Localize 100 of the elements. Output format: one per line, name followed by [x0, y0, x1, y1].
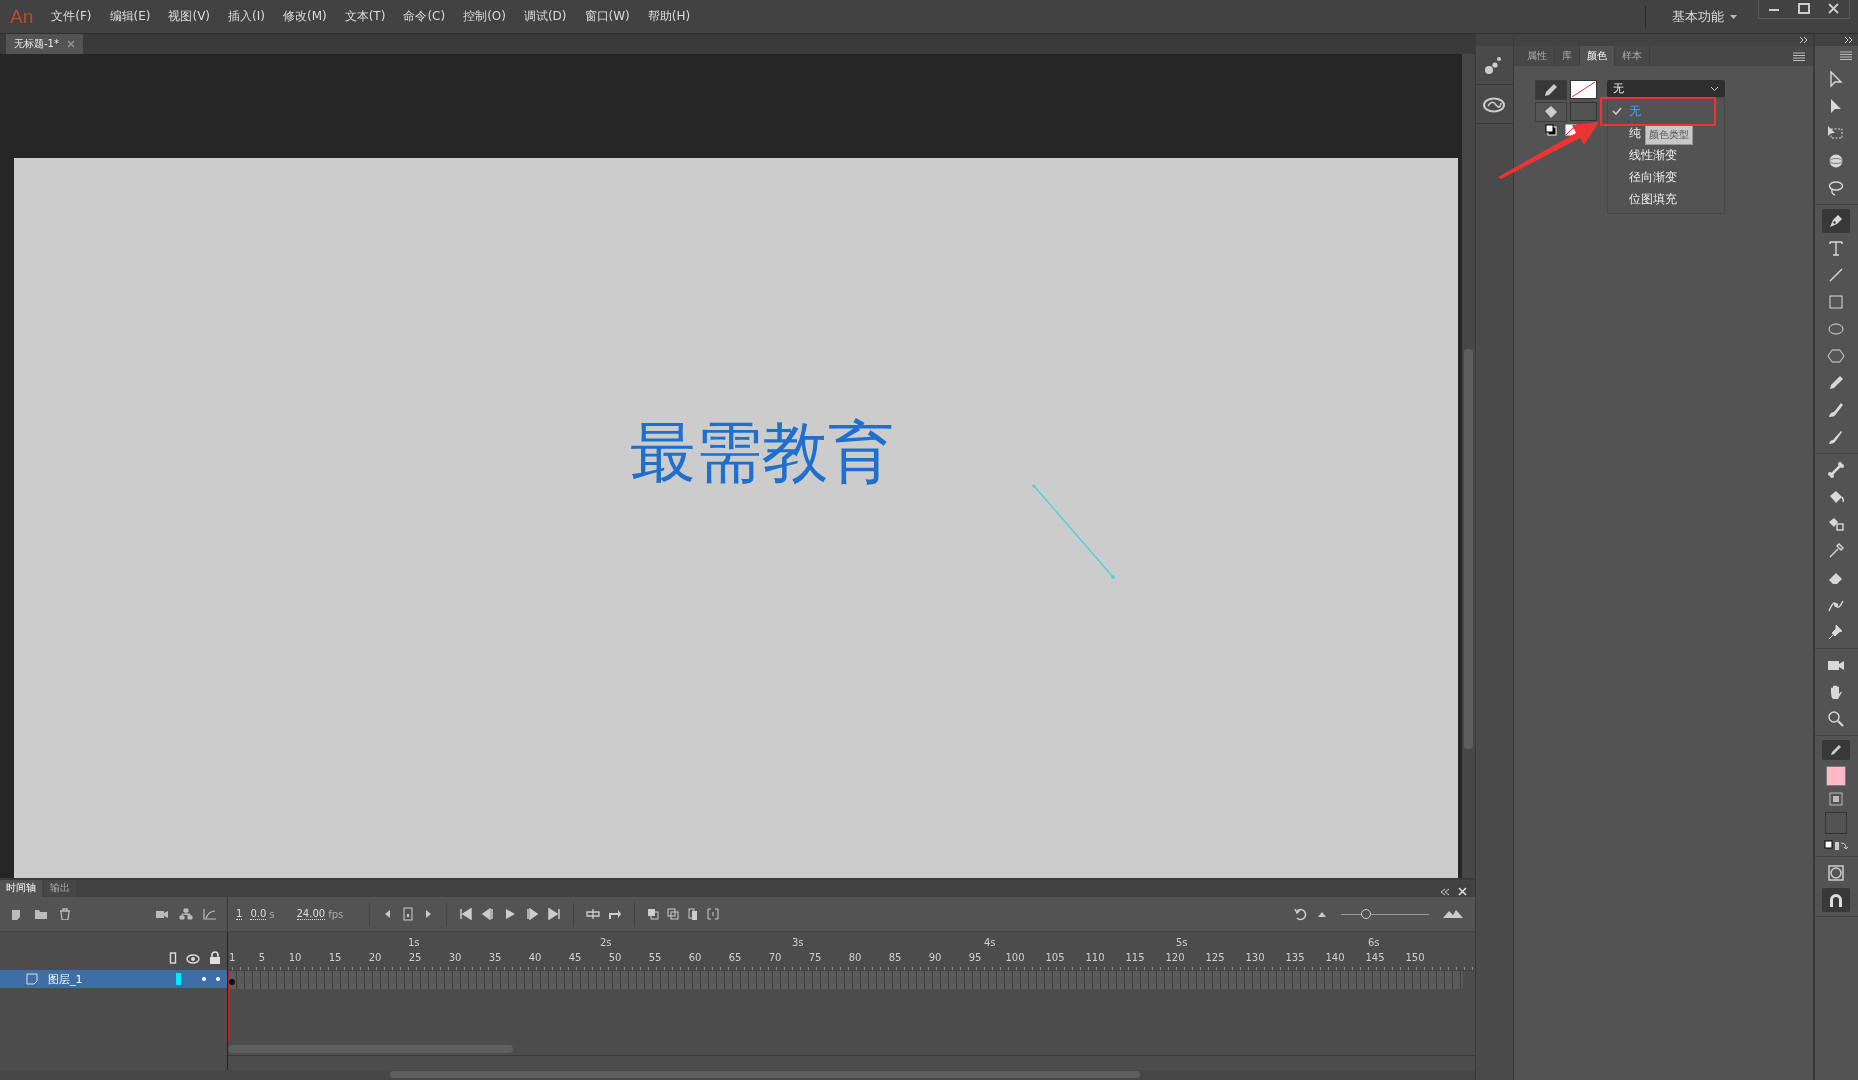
frame-number: 115 [1124, 952, 1146, 965]
menu-item[interactable]: 文本(T) [344, 8, 386, 25]
menu-icon[interactable] [1792, 51, 1805, 61]
frame-number: 100 [1004, 952, 1026, 965]
stroke-color-button[interactable] [1822, 740, 1851, 760]
menu-item[interactable]: 视图(V) [168, 8, 211, 25]
frame-number: 105 [1044, 952, 1066, 965]
horizontal-scrollbar[interactable] [228, 1044, 1475, 1056]
frame-number: 20 [367, 952, 383, 965]
current-time[interactable]: 0.0 [250, 908, 267, 920]
layer-icon [26, 973, 38, 985]
onion-skin-icon[interactable] [647, 908, 660, 920]
fill-color-button[interactable] [1534, 102, 1567, 122]
frame-number: 70 [767, 952, 783, 965]
default-colors-icon[interactable] [1544, 124, 1557, 136]
first-frame-icon[interactable] [459, 908, 474, 920]
reset-icon[interactable] [1293, 907, 1309, 921]
check-icon [1611, 107, 1622, 115]
frame-number: 10 [287, 952, 303, 965]
current-frame[interactable]: 1 [236, 908, 243, 920]
frame-number: 80 [847, 952, 863, 965]
fill-swatch[interactable] [1569, 102, 1597, 121]
frame-number: 120 [1164, 952, 1186, 965]
menu-item[interactable]: 窗口(W) [584, 8, 630, 25]
menu-item[interactable]: 控制(O) [463, 8, 506, 25]
dropdown-option[interactable]: 线性渐变 [1607, 144, 1677, 166]
menu-item[interactable]: 编辑(E) [109, 8, 151, 25]
frame-rate[interactable]: 24.00 [296, 908, 326, 920]
step-forward-icon[interactable] [525, 908, 540, 920]
zoom-thumb[interactable] [1360, 908, 1371, 919]
last-frame-icon[interactable] [547, 908, 562, 920]
menu-item[interactable]: 修改(M) [282, 8, 327, 25]
unlocked-dot-icon[interactable] [215, 976, 221, 982]
seconds-label: 5s [1176, 937, 1189, 950]
small-mountain-icon [1317, 910, 1327, 918]
seconds-label: 6s [1368, 937, 1381, 950]
menu-item[interactable]: 调试(D) [523, 8, 567, 25]
frame-number: 140 [1324, 952, 1346, 965]
panel-tab[interactable]: 颜色 [1579, 46, 1615, 66]
frame-number: 65 [727, 952, 743, 965]
menu-item[interactable]: 命令(C) [403, 8, 446, 25]
fill-color-swatch[interactable] [1826, 766, 1847, 786]
camera-icon[interactable] [155, 908, 169, 920]
dropdown-option[interactable]: 径向渐变 [1607, 166, 1677, 188]
panel-controls-icon[interactable] [1439, 887, 1469, 897]
hierarchy-icon[interactable] [179, 908, 193, 920]
frame-number: 130 [1244, 952, 1266, 965]
document-tab[interactable]: 无标题-1* [6, 34, 83, 54]
menu-item[interactable]: 帮助(H) [647, 8, 691, 25]
color-swatch[interactable] [1825, 812, 1848, 834]
center-frame-icon[interactable] [586, 908, 601, 920]
layer-row[interactable]: 图层_1 [0, 970, 227, 988]
loop-icon[interactable] [608, 908, 623, 920]
color-type-dropdown[interactable]: 无 [1606, 80, 1725, 97]
frame-number: 35 [487, 952, 503, 965]
step-back-icon[interactable] [481, 908, 496, 920]
menu-item[interactable]: 文件(F) [51, 8, 92, 25]
workspace-dropdown[interactable]: 基本功能 [1666, 7, 1730, 26]
dropdown-option[interactable]: 位图填充 [1607, 188, 1677, 210]
caret-icon [1730, 13, 1738, 20]
stroke-swatch[interactable] [1569, 80, 1597, 99]
pencil-icon [1542, 82, 1559, 98]
trash-icon[interactable] [58, 908, 72, 920]
visible-dot-icon[interactable] [201, 976, 207, 982]
panel-tab[interactable]: 时间轴 [0, 880, 42, 897]
panel-tab[interactable]: 输出 [44, 880, 76, 897]
expand-icon[interactable] [1844, 36, 1854, 44]
markers-icon[interactable] [707, 908, 720, 920]
time-unit: s [269, 908, 275, 920]
cloud-icon[interactable] [1482, 95, 1507, 113]
expand-icon[interactable] [1798, 36, 1809, 44]
dropdown-option[interactable]: 纯 [1607, 122, 1641, 144]
layer-color[interactable] [176, 973, 181, 985]
tool-button[interactable] [1822, 888, 1851, 912]
graph-icon[interactable] [203, 908, 217, 920]
bone-icon [1826, 460, 1847, 480]
tool-button[interactable] [1822, 209, 1851, 233]
onion-outline-icon[interactable] [667, 908, 680, 920]
panel-tab[interactable]: 库 [1554, 46, 1580, 66]
panel-tab[interactable]: 属性 [1519, 46, 1555, 66]
chevron-icon [1709, 85, 1719, 92]
keyframe-icon[interactable] [402, 907, 415, 921]
frame-number: 85 [887, 952, 903, 965]
edit-frames-icon[interactable] [687, 908, 700, 920]
tooltip: 颜色类型 [1644, 125, 1693, 145]
frame-number: 30 [447, 952, 463, 965]
stroke-color-button[interactable] [1534, 80, 1567, 100]
outline-toggle-icon[interactable] [169, 952, 177, 964]
eye-icon[interactable] [186, 954, 200, 964]
lock-icon[interactable] [209, 951, 221, 964]
frame-number: 125 [1204, 952, 1226, 965]
frame-number: 1 [228, 952, 237, 965]
folder-icon[interactable] [34, 908, 48, 920]
layer-name[interactable]: 图层_1 [48, 971, 83, 987]
swap-colors-icon[interactable] [1824, 840, 1849, 852]
menu-icon[interactable] [1840, 50, 1852, 60]
object-drawing-icon[interactable] [1829, 792, 1844, 806]
menu-item[interactable]: 插入(I) [228, 8, 265, 25]
panel-tab[interactable]: 样本 [1614, 46, 1650, 66]
close-icon[interactable] [67, 40, 75, 48]
